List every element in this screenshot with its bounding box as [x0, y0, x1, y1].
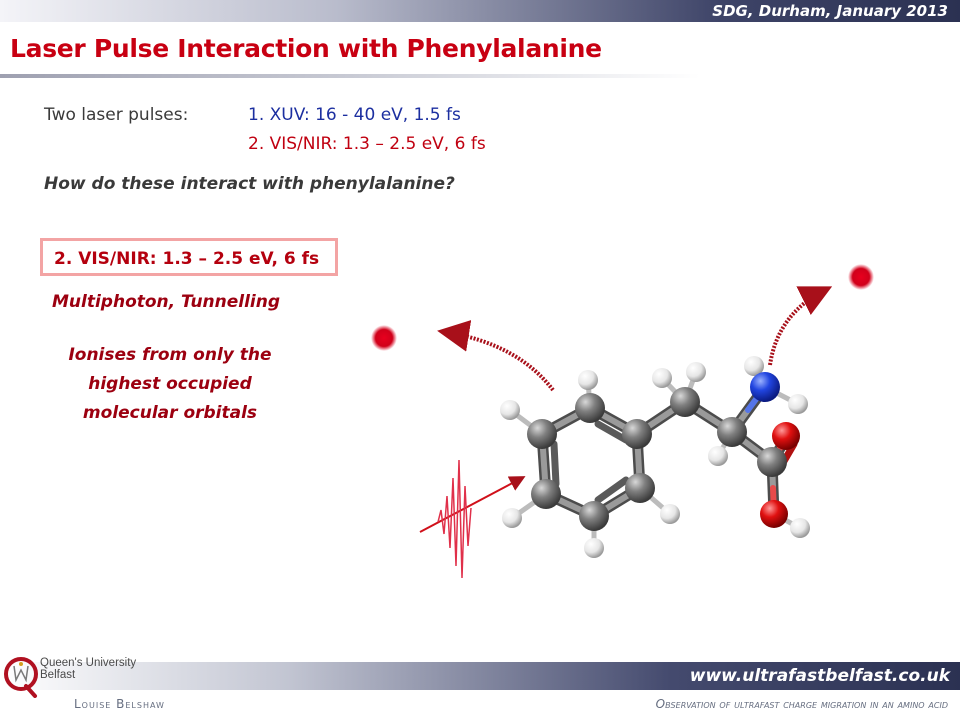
- author-name: Louise Belshaw: [74, 697, 165, 711]
- logo-line-2: Belfast: [40, 669, 76, 681]
- carbonyl-oxygen-atom: [772, 422, 800, 450]
- left-ejected-electron: [371, 325, 397, 351]
- right-ejection-arrow: [768, 286, 833, 366]
- right-ejected-electron: [848, 264, 874, 290]
- left-ejection-arrow: [437, 320, 555, 392]
- logo-wordmark: Queen's University Belfast: [40, 657, 136, 681]
- website-link[interactable]: www.ultrafastbelfast.co.uk: [690, 666, 950, 686]
- nitrogen-atom: [750, 372, 780, 402]
- phenylalanine-illustration: [371, 264, 874, 579]
- talk-subtitle: Observation of ultrafast charge migratio…: [655, 697, 948, 711]
- hydroxyl-oxygen-atom: [760, 500, 788, 528]
- logo-line-1: Queen's University: [40, 657, 137, 669]
